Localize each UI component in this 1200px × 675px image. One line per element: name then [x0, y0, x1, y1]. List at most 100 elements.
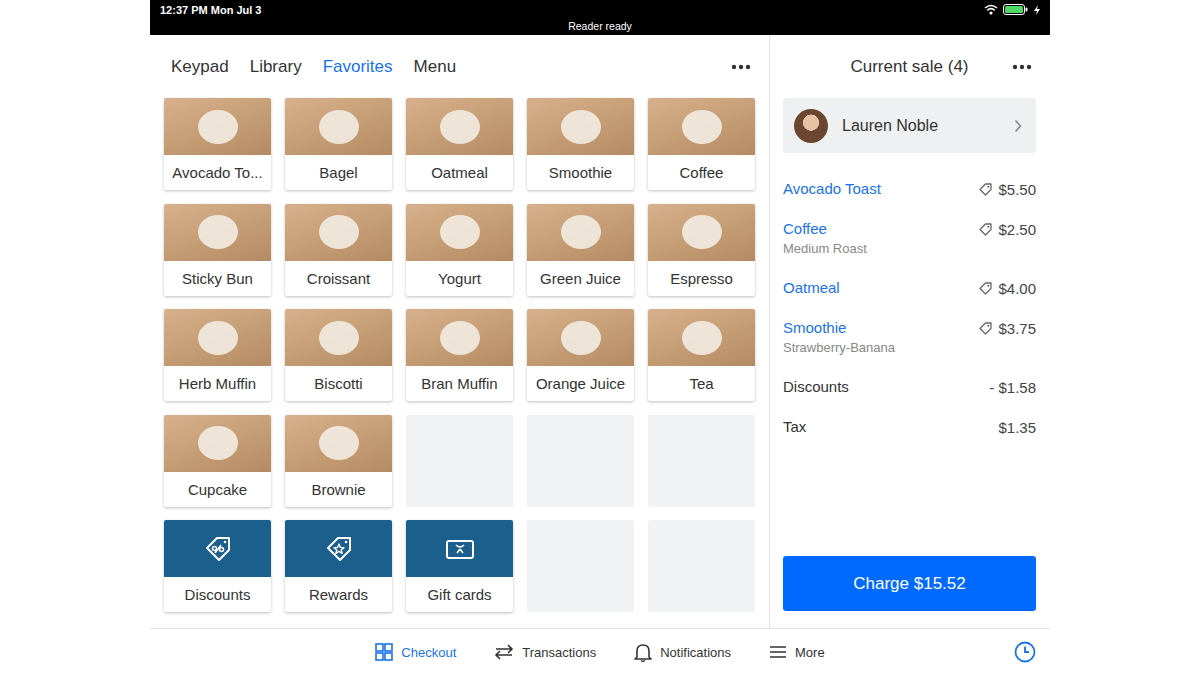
- charging-icon: [1034, 5, 1040, 15]
- plate-shape: [682, 110, 722, 144]
- item-photo: [527, 309, 634, 366]
- library-tab[interactable]: Favorites: [323, 57, 393, 77]
- sale-item-price-area: $3.75: [979, 318, 1036, 338]
- plate-shape: [198, 321, 238, 355]
- more-options-icon[interactable]: [731, 64, 751, 70]
- action-tile[interactable]: Rewards: [285, 520, 392, 612]
- item-tile[interactable]: Espresso: [648, 204, 755, 296]
- item-tile[interactable]: Tea: [648, 309, 755, 401]
- more-options-icon[interactable]: [1012, 64, 1032, 70]
- summary-row: Discounts- $1.58: [783, 377, 1036, 397]
- plate-shape: [682, 321, 722, 355]
- action-icon-area: [406, 520, 513, 577]
- item-tile[interactable]: Herb Muffin: [164, 309, 271, 401]
- plate-shape: [319, 426, 359, 460]
- battery-icon: [1003, 4, 1029, 15]
- bottom-nav-label: Notifications: [660, 645, 731, 660]
- tabs-more-button[interactable]: [727, 60, 755, 74]
- summary-row: Tax $1.35: [783, 417, 1036, 437]
- charge-button[interactable]: Charge $15.52: [783, 556, 1036, 611]
- gift-card-icon: [444, 533, 476, 565]
- transfer-arrows-icon: [494, 644, 514, 660]
- item-photo: [406, 204, 513, 261]
- sale-item[interactable]: SmoothieStrawberry-Banana $3.75: [783, 318, 1036, 357]
- reader-status: Reader ready: [160, 19, 1040, 35]
- item-label: Yogurt: [406, 261, 513, 296]
- item-label: Tea: [648, 366, 755, 401]
- empty-tile: [527, 415, 634, 507]
- item-photo: [527, 204, 634, 261]
- item-tile[interactable]: Yogurt: [406, 204, 513, 296]
- discount-tag-icon: [979, 223, 992, 236]
- item-tile[interactable]: Sticky Bun: [164, 204, 271, 296]
- customer-name: Lauren Noble: [842, 117, 1000, 135]
- item-tile[interactable]: Croissant: [285, 204, 392, 296]
- item-label: Smoothie: [527, 155, 634, 190]
- library-tab[interactable]: Menu: [414, 57, 457, 77]
- item-label: Sticky Bun: [164, 261, 271, 296]
- sale-item-text: CoffeeMedium Roast: [783, 219, 867, 258]
- item-panel: KeypadLibraryFavoritesMenuAvocado To...B…: [150, 35, 770, 628]
- sale-panel: Current sale (4) Lauren Noble Avocado Toas…: [770, 35, 1050, 628]
- item-tile[interactable]: Coffee: [648, 98, 755, 190]
- bottom-nav-item[interactable]: Checkout: [375, 643, 456, 661]
- item-label: Cupcake: [164, 472, 271, 507]
- plate-shape: [198, 426, 238, 460]
- clock-button[interactable]: [1014, 641, 1036, 663]
- item-tile[interactable]: Oatmeal: [406, 98, 513, 190]
- item-tile[interactable]: Cupcake: [164, 415, 271, 507]
- item-label: Green Juice: [527, 261, 634, 296]
- sale-item[interactable]: Oatmeal$4.00: [783, 278, 1036, 298]
- action-label: Discounts: [164, 577, 271, 612]
- action-tile[interactable]: Gift cards: [406, 520, 513, 612]
- customer-card[interactable]: Lauren Noble: [783, 98, 1036, 153]
- item-photo: [285, 98, 392, 155]
- item-tile[interactable]: Smoothie: [527, 98, 634, 190]
- bottom-nav-item[interactable]: More: [769, 645, 825, 660]
- item-tile[interactable]: Brownie: [285, 415, 392, 507]
- item-photo: [406, 309, 513, 366]
- item-tile[interactable]: Avocado To...: [164, 98, 271, 190]
- sale-item[interactable]: CoffeeMedium Roast $2.50: [783, 219, 1036, 258]
- sale-item-price-area: $2.50: [979, 219, 1036, 239]
- library-tab[interactable]: Library: [250, 57, 302, 77]
- plate-shape: [319, 321, 359, 355]
- item-tile[interactable]: Green Juice: [527, 204, 634, 296]
- status-bar: 12:37 PM Mon Jul 3Reader ready: [150, 0, 1050, 35]
- action-label: Gift cards: [406, 577, 513, 612]
- action-tile[interactable]: Discounts: [164, 520, 271, 612]
- library-tab[interactable]: Keypad: [171, 57, 229, 77]
- plate-shape: [561, 215, 601, 249]
- hamburger-icon: [769, 645, 787, 659]
- sale-header: Current sale (4): [783, 35, 1036, 98]
- item-tile[interactable]: Bagel: [285, 98, 392, 190]
- item-photo: [648, 309, 755, 366]
- plate-shape: [440, 215, 480, 249]
- item-label: Croissant: [285, 261, 392, 296]
- item-tile[interactable]: Orange Juice: [527, 309, 634, 401]
- sale-title: Current sale (4): [850, 57, 968, 77]
- sale-item-text: SmoothieStrawberry-Banana: [783, 318, 895, 357]
- item-photo: [527, 98, 634, 155]
- bottom-nav-item[interactable]: Notifications: [634, 642, 731, 662]
- item-photo: [164, 309, 271, 366]
- sale-item-note: Medium Roast: [783, 239, 867, 258]
- bottom-nav-item[interactable]: Transactions: [494, 644, 596, 660]
- summary-value: $1.35: [998, 417, 1036, 437]
- customer-avatar: [794, 109, 828, 143]
- sale-lines: Avocado Toast$5.50 CoffeeMedium Roast $2.5…: [783, 179, 1036, 437]
- empty-tile: [527, 520, 634, 612]
- item-tile[interactable]: Bran Muffin: [406, 309, 513, 401]
- discount-tag-icon: [979, 282, 992, 295]
- sale-item[interactable]: Avocado Toast$5.50: [783, 179, 1036, 199]
- summary-label: Discounts: [783, 377, 849, 397]
- summary-label: Tax: [783, 417, 806, 437]
- sale-item-price: $3.75: [998, 320, 1036, 337]
- item-tile[interactable]: Biscotti: [285, 309, 392, 401]
- empty-tile: [648, 520, 755, 612]
- bottom-nav-label: Checkout: [401, 645, 456, 660]
- sale-more-button[interactable]: [1008, 60, 1036, 74]
- bottom-nav: Checkout Transactions Notifications More: [150, 628, 1050, 675]
- item-label: Orange Juice: [527, 366, 634, 401]
- plate-shape: [198, 215, 238, 249]
